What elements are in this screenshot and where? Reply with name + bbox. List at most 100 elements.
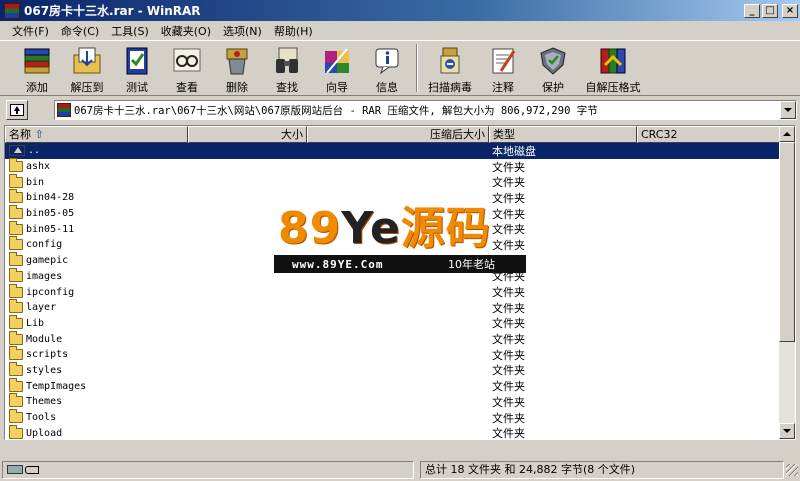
find-button[interactable]: 查找	[262, 41, 312, 95]
table-row[interactable]: styles 文件夹	[5, 361, 781, 379]
view-button[interactable]: 查看	[162, 41, 212, 95]
file-name: bin	[26, 176, 45, 188]
cell-name: Tools	[5, 409, 188, 424]
table-row[interactable]: Module 文件夹	[5, 330, 781, 347]
file-name: bin05-11	[26, 223, 75, 235]
file-name: Lib	[26, 317, 45, 329]
cell-type: 文件夹	[492, 395, 525, 409]
column-header-size[interactable]: 大小	[188, 126, 307, 143]
toolbar: 添加 解压到 测试 查看 删除 查找 向导 信息 扫描病毒 注释 保护 自解压格…	[0, 40, 800, 96]
up-arrow-icon	[10, 104, 24, 116]
virus-scan-button[interactable]: 扫描病毒	[422, 41, 478, 95]
address-path: 067房卡十三水.rar\067十三水\网站\067原版网站后台 - RAR 压…	[74, 104, 598, 117]
file-name: styles	[26, 364, 63, 376]
folder-icon	[9, 393, 23, 408]
cell-type: 文件夹	[492, 176, 525, 190]
table-row[interactable]: TempImages 文件夹	[5, 377, 781, 394]
menu-tools[interactable]: 工具(S)	[105, 23, 155, 39]
file-name: Tools	[26, 412, 57, 424]
scroll-up-button[interactable]	[779, 126, 795, 142]
status-summary: 总计 18 文件夹 和 24,882 字节(8 个文件)	[420, 460, 784, 479]
sfx-button[interactable]: 自解压格式	[578, 41, 648, 95]
cell-type: 文件夹	[492, 364, 525, 378]
table-row[interactable]: scripts 文件夹	[5, 346, 781, 363]
table-row[interactable]: layer 文件夹	[5, 299, 781, 316]
cell-name: styles	[5, 361, 188, 376]
test-book-icon	[120, 44, 154, 78]
folder-icon	[9, 377, 23, 392]
title-bar[interactable]: 067房卡十三水.rar - WinRAR _ □ ×	[0, 0, 800, 21]
protect-button[interactable]: 保护	[528, 41, 578, 95]
column-header-crc[interactable]: CRC32	[637, 126, 781, 143]
maximize-button[interactable]: □	[762, 3, 778, 18]
address-dropdown-button[interactable]	[780, 101, 796, 119]
menu-file[interactable]: 文件(F)	[6, 23, 55, 39]
table-row[interactable]: Themes 文件夹	[5, 393, 781, 410]
cell-name: Upload	[5, 424, 188, 439]
cell-name: ..	[5, 145, 188, 157]
info-button[interactable]: 信息	[362, 41, 412, 95]
vertical-scrollbar[interactable]	[779, 126, 795, 439]
cell-type: 文件夹	[492, 411, 525, 425]
cell-type: 本地磁盘	[492, 144, 536, 158]
minimize-button[interactable]: _	[744, 3, 760, 18]
file-name: TempImages	[26, 380, 87, 392]
table-row[interactable]: .. 本地磁盘	[5, 143, 781, 159]
column-header-type[interactable]: 类型	[489, 126, 637, 143]
watermark-tag: 10年老站	[448, 258, 495, 271]
window-title: 067房卡十三水.rar - WinRAR	[24, 4, 201, 18]
file-name: ashx	[26, 161, 51, 173]
menu-commands[interactable]: 命令(C)	[55, 23, 105, 39]
folder-icon	[9, 299, 23, 314]
address-combo[interactable]: 067房卡十三水.rar\067十三水\网站\067原版网站后台 - RAR 压…	[54, 100, 797, 120]
folder-icon	[9, 283, 23, 298]
extract-to-button[interactable]: 解压到	[62, 41, 112, 95]
cell-name: Themes	[5, 393, 188, 408]
menu-options[interactable]: 选项(N)	[217, 23, 268, 39]
file-name: gamepic	[26, 255, 69, 267]
cell-name: bin	[5, 173, 188, 188]
folder-icon	[9, 330, 23, 345]
parent-folder-icon	[9, 145, 25, 157]
folder-icon	[9, 424, 23, 439]
key-icon[interactable]	[25, 465, 39, 474]
cell-name: bin05-05	[5, 205, 188, 220]
folder-extract-icon	[70, 44, 104, 78]
table-row[interactable]: ipconfig 文件夹	[5, 283, 781, 300]
close-button[interactable]: ×	[782, 3, 798, 18]
wizard-button[interactable]: 向导	[312, 41, 362, 95]
toolbar-separator	[416, 44, 418, 92]
cell-name: ipconfig	[5, 283, 188, 298]
cell-name: ashx	[5, 158, 188, 173]
scroll-down-button[interactable]	[779, 423, 795, 439]
folder-icon	[9, 314, 23, 329]
sort-arrow-icon: ⇧	[34, 128, 44, 141]
watermark-brand: 89Ye源码	[278, 203, 491, 254]
delete-button[interactable]: 删除	[212, 41, 262, 95]
table-row[interactable]: ashx 文件夹	[5, 158, 781, 175]
comment-button[interactable]: 注释	[478, 41, 528, 95]
folder-icon	[9, 158, 23, 173]
folder-icon	[9, 220, 23, 235]
scroll-thumb[interactable]	[779, 142, 795, 342]
menu-help[interactable]: 帮助(H)	[268, 23, 319, 39]
test-button[interactable]: 测试	[112, 41, 162, 95]
column-header-packed[interactable]: 压缩后大小	[307, 126, 489, 143]
folder-icon	[9, 205, 23, 220]
menu-favorites[interactable]: 收藏夹(O)	[155, 23, 217, 39]
resize-grip[interactable]	[786, 463, 798, 476]
table-row[interactable]: Upload 文件夹	[5, 424, 781, 439]
drive-icon[interactable]	[7, 465, 23, 474]
table-row[interactable]: Lib 文件夹	[5, 314, 781, 332]
add-button[interactable]: 添加	[12, 41, 62, 95]
file-list[interactable]: 名称 ⇧ 大小 压缩后大小 类型 CRC32 .. 本地磁盘 ashx 文件夹 bin 文…	[4, 125, 796, 440]
table-row[interactable]: bin 文件夹	[5, 173, 781, 190]
virus-scan-icon	[433, 44, 467, 78]
up-folder-button[interactable]	[6, 100, 28, 120]
shield-icon	[536, 44, 570, 78]
cell-name: bin05-11	[5, 220, 188, 235]
winrar-app-icon[interactable]	[4, 2, 20, 19]
table-row[interactable]: Tools 文件夹	[5, 409, 781, 426]
watermark-url: www.89YE.Com	[292, 257, 384, 271]
column-header-name[interactable]: 名称 ⇧	[5, 126, 188, 143]
